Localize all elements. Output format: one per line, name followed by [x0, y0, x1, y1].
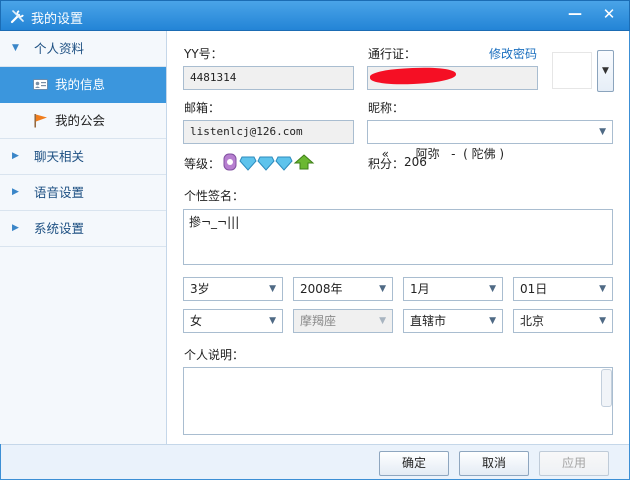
yy-number-field: 4481314 [183, 66, 354, 90]
city-value: 北京 [520, 314, 545, 328]
sidebar-item-label: 聊天相关 [34, 149, 85, 164]
birth-year-value: 2008年 [300, 282, 343, 296]
description-input[interactable] [183, 367, 613, 435]
sidebar-item-my-guild[interactable]: 我的公会 [0, 103, 166, 139]
gender-select[interactable]: 女 ▼ [183, 309, 283, 333]
avatar[interactable] [552, 52, 592, 89]
minimize-button[interactable]: — [562, 4, 588, 24]
chevron-down-icon: ▼ [269, 316, 276, 326]
email-field: listenlcj@126.com [183, 120, 354, 144]
birth-month-value: 1月 [410, 282, 430, 296]
change-password-link[interactable]: 修改密码 [489, 45, 537, 62]
window-title: 我的设置 [31, 12, 84, 27]
sidebar-item-label: 个人资料 [34, 41, 85, 56]
signature-label: 个性签名： [184, 189, 245, 203]
diamond-icon [257, 156, 275, 171]
zodiac-value: 摩羯座 [300, 314, 337, 328]
moon-badge-icon [223, 153, 237, 171]
chevron-down-icon: ▼ [379, 316, 386, 326]
province-value: 直辖市 [410, 314, 447, 328]
nickname-label: 昵称： [368, 101, 405, 115]
chevron-right-icon: ▶ [12, 223, 19, 233]
sidebar-item-label: 系统设置 [34, 221, 85, 236]
sidebar-item-system[interactable]: ▶ 系统设置 [0, 211, 166, 247]
province-select[interactable]: 直辖市 ▼ [403, 309, 503, 333]
gender-value: 女 [190, 314, 203, 328]
tools-icon [10, 10, 24, 24]
chevron-down-icon: ▼ [12, 43, 19, 53]
sidebar-item-voice[interactable]: ▶ 语音设置 [0, 175, 166, 211]
title-bar: 我的设置 — ✕ [0, 0, 630, 31]
description-scrollbar[interactable] [601, 369, 612, 407]
chevron-down-icon: ▼ [489, 284, 496, 294]
chevron-down-icon: ▼ [379, 284, 386, 294]
email-label: 邮箱： [184, 101, 221, 115]
apply-button: 应用 [539, 451, 609, 476]
chevron-down-icon: ▼ [269, 284, 276, 294]
birth-year-select[interactable]: 2008年 ▼ [293, 277, 393, 301]
city-select[interactable]: 北京 ▼ [513, 309, 613, 333]
close-button[interactable]: ✕ [596, 4, 622, 24]
points-label: 积分： [368, 157, 405, 171]
sidebar-item-label: 我的信息 [55, 77, 106, 92]
id-card-icon [33, 79, 48, 90]
signature-input[interactable]: 摻¬_¬||| [183, 209, 613, 265]
cancel-button[interactable]: 取消 [459, 451, 529, 476]
age-select[interactable]: 3岁 ▼ [183, 277, 283, 301]
flag-icon [34, 114, 47, 128]
sidebar-item-chat[interactable]: ▶ 聊天相关 [0, 139, 166, 175]
description-label: 个人说明： [184, 348, 245, 362]
chevron-down-icon: ▼ [489, 316, 496, 326]
birth-day-select[interactable]: 01日 ▼ [513, 277, 613, 301]
sidebar-item-label: 语音设置 [34, 185, 85, 200]
sidebar: ▼ 个人资料 我的信息 我的公会 ▶ 聊天相关 ▶ 语音设置 ▶ 系统设置 [0, 31, 167, 444]
footer-bar [1, 444, 629, 479]
age-value: 3岁 [190, 282, 210, 296]
sidebar-item-my-info[interactable]: 我的信息 [0, 67, 166, 103]
zodiac-select: 摩羯座 ▼ [293, 309, 393, 333]
level-label: 等级： [184, 157, 221, 171]
diamond-icon [239, 156, 257, 171]
leaf-icon [293, 154, 315, 170]
birth-day-value: 01日 [520, 282, 548, 296]
chevron-down-icon: ▼ [599, 127, 606, 137]
chevron-right-icon: ▶ [12, 151, 19, 161]
sidebar-item-profile[interactable]: ▼ 个人资料 [0, 31, 166, 67]
sidebar-item-label: 我的公会 [55, 113, 106, 128]
chevron-down-icon: ▼ [599, 284, 606, 294]
birth-month-select[interactable]: 1月 ▼ [403, 277, 503, 301]
chevron-down-icon: ▼ [599, 316, 606, 326]
ok-button[interactable]: 确定 [379, 451, 449, 476]
avatar-dropdown-button[interactable]: ▼ [597, 50, 614, 92]
nickname-input[interactable]: « 阿弥 - ( 陀佛 ) ▼ [367, 120, 613, 161]
chevron-down-icon: ▼ [602, 66, 609, 76]
chevron-right-icon: ▶ [12, 187, 19, 197]
yy-number-label: YY号： [184, 47, 223, 61]
diamond-icon [275, 156, 293, 171]
level-icons [223, 153, 315, 171]
points-value: 206 [404, 155, 427, 169]
passport-label: 通行证： [368, 47, 417, 61]
